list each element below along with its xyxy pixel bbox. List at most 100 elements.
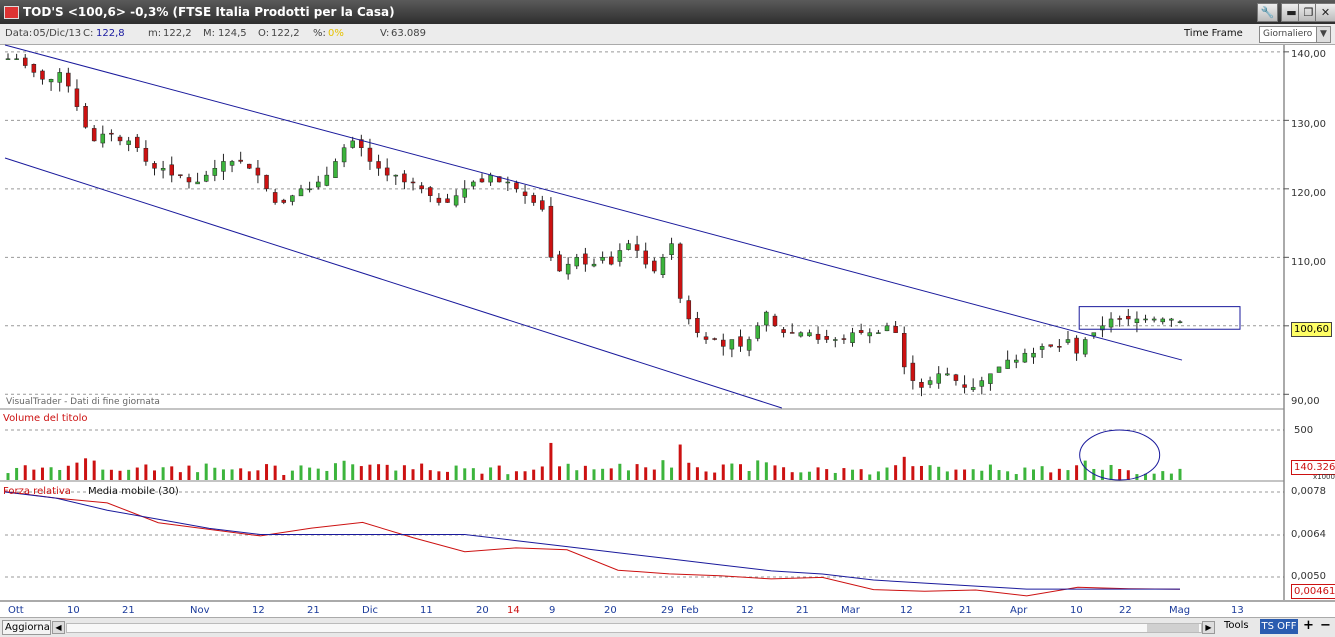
volume-bar xyxy=(402,465,406,480)
candle-body xyxy=(91,128,97,142)
x-axis-label: 21 xyxy=(122,605,135,616)
candle-body xyxy=(143,147,149,162)
volume-bar xyxy=(1049,472,1053,480)
scroll-right-icon[interactable]: ▶ xyxy=(1202,621,1215,634)
volume-bar xyxy=(58,469,62,480)
candle-body xyxy=(341,147,347,163)
watermark: VisualTrader - Dati di fine giornata xyxy=(6,397,160,407)
upper-trendline xyxy=(4,44,1183,361)
candle-body xyxy=(988,373,993,384)
volume-bar xyxy=(463,468,467,480)
volume-bar xyxy=(833,472,837,480)
chart-area[interactable] xyxy=(0,0,1335,636)
volume-bar xyxy=(807,471,811,480)
candle-body xyxy=(1126,315,1131,320)
scrollbar-thumb[interactable] xyxy=(1147,624,1199,632)
volume-bar xyxy=(540,466,544,480)
volume-bar xyxy=(411,469,415,480)
x-axis-label: Apr xyxy=(1010,605,1028,616)
volume-bar xyxy=(558,466,562,480)
candle-body xyxy=(488,174,493,183)
candle-body xyxy=(634,244,640,251)
volume-bar xyxy=(454,465,458,480)
volume-bar xyxy=(652,469,656,480)
volume-bar xyxy=(109,469,113,480)
rs-current-tag: 0,00461 xyxy=(1291,584,1335,599)
zoom-in-button[interactable]: + xyxy=(1303,618,1314,633)
candle-body xyxy=(893,326,898,333)
volume-bar xyxy=(851,469,855,480)
candle-body xyxy=(367,147,373,162)
candle-body xyxy=(57,72,62,83)
candle-body xyxy=(1117,318,1122,320)
volume-bar xyxy=(437,471,441,480)
candle-body xyxy=(100,133,106,144)
candle-body xyxy=(979,380,985,387)
x-axis-label: Ott xyxy=(8,605,24,616)
volume-bar xyxy=(204,463,208,480)
aggiorna-button[interactable]: Aggiorna xyxy=(2,620,51,635)
volume-bar xyxy=(954,469,958,480)
volume-bar xyxy=(135,467,139,480)
tools-button[interactable]: Tools xyxy=(1224,620,1249,631)
volume-bar xyxy=(1040,466,1044,480)
candle-body xyxy=(1134,318,1140,323)
volume-bar xyxy=(101,469,105,480)
zoom-out-button[interactable]: − xyxy=(1320,618,1331,633)
candle-body xyxy=(746,339,752,351)
candle-body xyxy=(178,174,183,176)
volume-bar xyxy=(359,466,363,480)
volume-bar xyxy=(687,462,691,480)
candle-body xyxy=(927,380,933,385)
volume-bar xyxy=(601,468,605,480)
volume-bar xyxy=(420,463,424,480)
scrollbar-track[interactable] xyxy=(66,623,1202,633)
volume-bar xyxy=(790,472,794,480)
volume-bar xyxy=(1014,474,1018,480)
candle-body xyxy=(703,336,709,340)
volume-bar xyxy=(1152,473,1156,480)
candle-body xyxy=(1082,339,1088,355)
candle-body xyxy=(1065,339,1071,343)
candle-body xyxy=(428,187,433,196)
volume-bar xyxy=(747,470,751,480)
candle-body xyxy=(910,362,916,381)
candle-body xyxy=(324,174,330,186)
candle-body xyxy=(798,332,804,337)
volume-bar xyxy=(928,465,932,480)
candle-body xyxy=(686,300,692,320)
candle-body xyxy=(884,325,890,332)
volume-bar xyxy=(782,467,786,480)
volume-bar xyxy=(859,469,863,480)
candle-body xyxy=(31,64,37,73)
volume-bar xyxy=(342,460,346,480)
candle-body xyxy=(583,253,588,265)
volume-bar xyxy=(49,467,53,480)
volume-bar xyxy=(894,465,898,480)
candle-body xyxy=(272,192,278,203)
volume-bar xyxy=(40,467,44,480)
candle-body xyxy=(221,161,226,172)
candle-body xyxy=(876,332,881,334)
ts-off-button[interactable]: TS OFF xyxy=(1260,619,1298,634)
volume-bar xyxy=(273,465,277,480)
volume-bar xyxy=(739,464,742,480)
x-axis-label: 20 xyxy=(476,605,489,616)
volume-bar xyxy=(678,444,682,480)
volume-bar xyxy=(695,467,699,480)
candle-body xyxy=(729,339,735,350)
candle-body xyxy=(945,373,950,376)
candle-body xyxy=(858,330,864,333)
volume-bar xyxy=(6,473,10,480)
volume-bar xyxy=(523,471,527,480)
volume-bar xyxy=(575,470,579,480)
candle-body xyxy=(126,140,131,145)
scroll-left-icon[interactable]: ◀ xyxy=(52,621,65,634)
candle-body xyxy=(1022,352,1028,363)
current-price-tag: 100,60 xyxy=(1291,322,1332,337)
volume-bar xyxy=(480,473,484,480)
volume-bar xyxy=(661,460,665,480)
x-axis-label: 12 xyxy=(900,605,913,616)
candle-body xyxy=(1031,352,1036,358)
candle-body xyxy=(74,88,80,107)
